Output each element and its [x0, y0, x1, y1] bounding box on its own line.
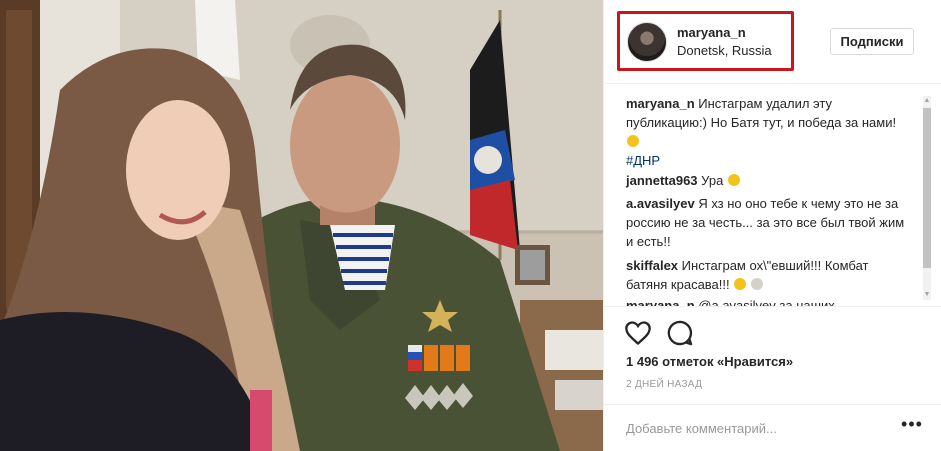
comment-item: maryana_n @a.avasilyev за наших — [626, 296, 906, 306]
comment-author[interactable]: jannetta963 — [626, 173, 698, 188]
comments-scrollbar[interactable]: ▲ ▼ — [923, 96, 931, 300]
smiling-face-icon — [727, 174, 740, 186]
following-button[interactable]: Подписки — [830, 28, 914, 55]
likes-count[interactable]: 1 496 отметок «Нравится» — [626, 354, 793, 369]
scroll-thumb[interactable] — [923, 108, 931, 268]
hashtag-link[interactable]: #ДНР — [626, 151, 906, 170]
scroll-down-icon[interactable]: ▼ — [923, 290, 931, 300]
add-comment-bar: ••• — [604, 404, 941, 451]
comment-item: maryana_n Инстаграм удалил эту публикаци… — [626, 94, 906, 170]
post-actions: 1 496 отметок «Нравится» 2 ДНЕЙ НАЗАД — [604, 306, 941, 411]
comment-item: a.avasilyev Я хз но оно тебе к чему это … — [626, 194, 906, 251]
comment-author[interactable]: skiffalex — [626, 258, 678, 273]
thumbs-up-icon — [750, 278, 763, 290]
comment-input[interactable] — [626, 417, 896, 439]
scroll-up-icon[interactable]: ▲ — [923, 96, 931, 106]
heart-icon[interactable] — [624, 319, 652, 347]
photo-illustration — [0, 0, 603, 451]
avatar[interactable] — [627, 22, 667, 62]
smiling-face-with-sunglasses-icon — [627, 135, 639, 147]
post-time[interactable]: 2 ДНЕЙ НАЗАД — [626, 379, 702, 390]
comment-text: @a.avasilyev за наших — [698, 298, 835, 306]
comment-text: Ура — [701, 173, 724, 188]
comment-author[interactable]: maryana_n — [626, 298, 695, 306]
comment-item: jannetta963 Ура — [626, 171, 906, 190]
comments-list: maryana_n Инстаграм удалил эту публикаци… — [604, 84, 941, 306]
instagram-post: maryana_n Donetsk, Russia Подписки marya… — [0, 0, 941, 451]
speech-bubble-icon[interactable] — [666, 319, 694, 347]
comment-item: skiffalex Инстаграм ох\"евший!!! Комбат … — [626, 256, 906, 294]
post-side-panel: maryana_n Donetsk, Russia Подписки marya… — [603, 0, 941, 451]
smiling-face-icon — [734, 278, 747, 290]
comment-author[interactable]: a.avasilyev — [626, 196, 695, 211]
header-username[interactable]: maryana_n — [677, 25, 746, 40]
post-header: maryana_n Donetsk, Russia Подписки — [604, 0, 941, 84]
more-options-icon[interactable]: ••• — [900, 415, 924, 439]
post-photo[interactable] — [0, 0, 603, 451]
comment-author[interactable]: maryana_n — [626, 96, 695, 111]
header-location[interactable]: Donetsk, Russia — [677, 43, 772, 58]
